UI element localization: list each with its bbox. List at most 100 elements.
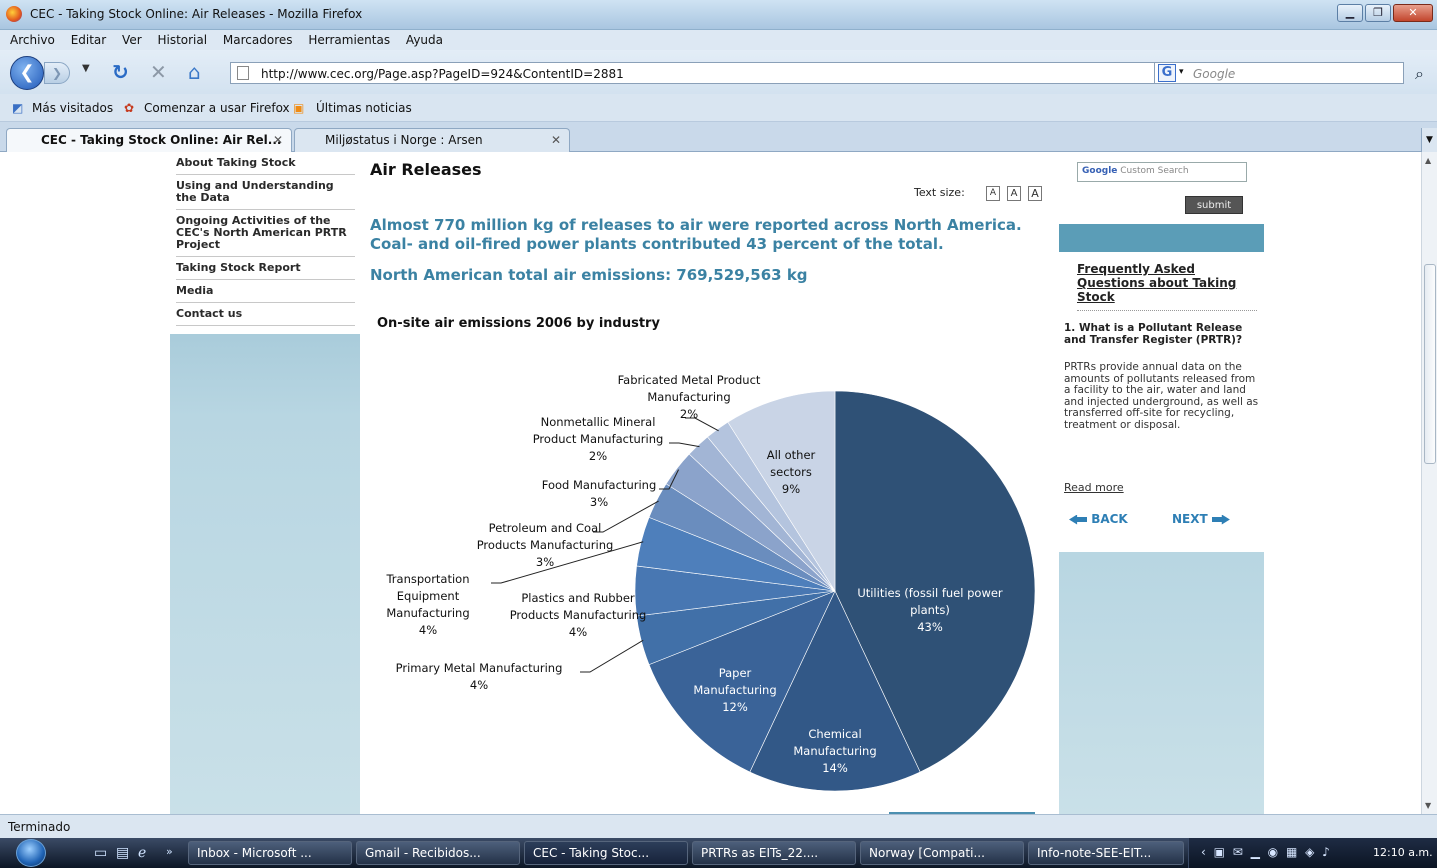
- tab-list-dropdown-icon[interactable]: ▼: [1421, 128, 1437, 152]
- search-icon[interactable]: ⌕: [1415, 64, 1424, 84]
- page-viewport: About Taking Stock Using and Understandi…: [0, 152, 1421, 814]
- pie-label-utilities: plants): [910, 603, 950, 617]
- pie-label-nonmetallic: Nonmetallic Mineral: [541, 415, 656, 429]
- sidebar-item-report[interactable]: Taking Stock Report: [176, 257, 355, 280]
- pie-label-paper: Paper: [719, 666, 752, 680]
- pie-label-nonmetallic: Product Manufacturing: [533, 432, 664, 446]
- back-arrow-icon[interactable]: ❮: [10, 56, 44, 90]
- task-norway[interactable]: Norway [Compati...: [860, 841, 1024, 865]
- status-bar: Terminado: [0, 814, 1437, 838]
- menu-ver[interactable]: Ver: [116, 30, 148, 47]
- teal-divider: [1059, 224, 1264, 252]
- search-engine-dropdown-icon[interactable]: ▾: [1179, 67, 1184, 77]
- bookmark-comenzar[interactable]: Comenzar a usar Firefox: [144, 101, 290, 115]
- close-button[interactable]: ✕: [1393, 4, 1433, 22]
- sidebar-item-contact[interactable]: Contact us: [176, 303, 355, 326]
- menu-marcadores[interactable]: Marcadores: [217, 30, 299, 47]
- bookmarks-toolbar: ◩ Más visitados ✿ Comenzar a usar Firefo…: [0, 94, 1437, 122]
- read-more-link[interactable]: Read more: [1064, 481, 1124, 494]
- minimize-button[interactable]: ▁: [1337, 4, 1363, 22]
- back-button[interactable]: BACK: [1069, 512, 1128, 526]
- menu-editar[interactable]: Editar: [65, 30, 113, 47]
- tray-icons[interactable]: ‹ ▣ ✉ ▁ ◉ ▦ ◈ ♪: [1201, 845, 1332, 859]
- pie-label-other: All other: [767, 448, 816, 462]
- pie-label-transport: Transportation: [385, 572, 469, 586]
- quicklaunch-more-icon[interactable]: »: [166, 845, 173, 858]
- back-label: BACK: [1091, 512, 1128, 526]
- total-emissions: North American total air emissions: 769,…: [370, 266, 808, 284]
- search-placeholder: Google: [1193, 67, 1236, 81]
- history-dropdown-icon[interactable]: ▼: [82, 63, 90, 74]
- maximize-button[interactable]: ❐: [1365, 4, 1391, 22]
- address-bar[interactable]: http://www.cec.org/Page.asp?PageID=924&C…: [230, 62, 1248, 84]
- task-prtrs[interactable]: PRTRs as EITs_22....: [692, 841, 856, 865]
- scrollbar-thumb[interactable]: [1424, 264, 1436, 464]
- right-arrow-icon: [1211, 514, 1230, 525]
- pie-chart: Utilities (fossil fuel power plants) 43% Ch…: [385, 373, 1036, 792]
- text-size-small-button[interactable]: A: [986, 186, 1000, 201]
- custom-search-input[interactable]: Google Custom Search: [1077, 162, 1247, 182]
- main-content: Air Releases Text size: A A A Almost 770…: [362, 152, 1058, 814]
- sidebar-item-using-data[interactable]: Using and Understanding the Data: [176, 175, 355, 210]
- show-desktop-icon[interactable]: ▭: [94, 845, 107, 861]
- sidebar-item-ongoing[interactable]: Ongoing Activities of the CEC's North Am…: [176, 210, 355, 257]
- submit-button[interactable]: submit: [1185, 196, 1243, 214]
- faq-title-link[interactable]: Frequently Asked Questions about Taking …: [1077, 262, 1257, 304]
- scroll-up-icon[interactable]: ▲: [1425, 156, 1431, 165]
- pie-label-paper: 12%: [722, 700, 748, 714]
- ie-icon[interactable]: ℯ: [138, 845, 146, 861]
- stop-icon[interactable]: ✕: [150, 61, 167, 83]
- bookmark-mas-visitados[interactable]: Más visitados: [32, 101, 113, 115]
- close-tab-icon[interactable]: ✕: [273, 133, 283, 147]
- pie-label-plastics: 4%: [569, 625, 587, 639]
- pie-label-utilities: 43%: [917, 620, 943, 634]
- vertical-scrollbar[interactable]: ▲ ▼: [1421, 152, 1437, 814]
- text-size-large-button[interactable]: A: [1028, 186, 1042, 201]
- tab-label: Miljøstatus i Norge : Arsen: [325, 133, 483, 147]
- custom-search-label: Custom Search: [1120, 166, 1189, 176]
- task-inbox[interactable]: Inbox - Microsoft ...: [188, 841, 352, 865]
- pie-label-food: Food Manufacturing: [542, 478, 657, 492]
- menu-ayuda[interactable]: Ayuda: [400, 30, 449, 47]
- task-cec[interactable]: CEC - Taking Stoc...: [524, 841, 688, 865]
- menu-herramientas[interactable]: Herramientas: [302, 30, 396, 47]
- url-text[interactable]: http://www.cec.org/Page.asp?PageID=924&C…: [261, 67, 624, 81]
- pie-label-transport: 4%: [419, 623, 437, 637]
- bookmark-ultimas-noticias[interactable]: Últimas noticias: [316, 101, 412, 115]
- next-button[interactable]: NEXT: [1172, 512, 1230, 526]
- text-size-medium-button[interactable]: A: [1007, 186, 1021, 201]
- tab-miljostatus[interactable]: Miljøstatus i Norge : Arsen ✕: [294, 128, 570, 152]
- firefox-icon: [6, 6, 22, 22]
- sidebar-item-about[interactable]: About Taking Stock: [176, 152, 355, 175]
- rss-icon: ▣: [293, 101, 305, 115]
- scroll-down-icon[interactable]: ▼: [1425, 801, 1431, 810]
- text-size-label: Text size:: [914, 186, 965, 199]
- task-gmail[interactable]: Gmail - Recibidos...: [356, 841, 520, 865]
- pie-label-chemical: Manufacturing: [793, 744, 876, 758]
- clock: 12:10 a.m.: [1373, 846, 1433, 859]
- search-input[interactable]: G ▾ Google: [1154, 62, 1404, 84]
- close-tab-icon[interactable]: ✕: [551, 133, 561, 147]
- pie-label-fabricated: Fabricated Metal Product: [618, 373, 761, 387]
- home-icon[interactable]: ⌂: [188, 61, 201, 83]
- right-sidebar: Google Custom Search submit Frequently A…: [1059, 152, 1264, 814]
- menu-archivo[interactable]: Archivo: [0, 30, 61, 47]
- pie-label-chemical: 14%: [822, 761, 848, 775]
- menu-historial[interactable]: Historial: [151, 30, 213, 47]
- pie-label-paper: Manufacturing: [693, 683, 776, 697]
- window-title: CEC - Taking Stock Online: Air Releases …: [30, 7, 363, 21]
- chart-title: On-site air emissions 2006 by industry: [377, 316, 660, 331]
- sidebar-item-media[interactable]: Media: [176, 280, 355, 303]
- explorer-icon[interactable]: ▤: [116, 845, 129, 861]
- google-search-engine-icon[interactable]: G: [1158, 64, 1176, 82]
- forward-arrow-icon[interactable]: ❯: [44, 62, 70, 84]
- start-button[interactable]: [16, 839, 46, 867]
- pie-label-other: 9%: [782, 482, 800, 496]
- reload-icon[interactable]: ↻: [112, 61, 129, 83]
- pie-label-other: sectors: [770, 465, 812, 479]
- tab-cec-air-releases[interactable]: CEC - Taking Stock Online: Air Rel... ✕: [6, 128, 292, 152]
- faq-question: 1. What is a Pollutant Release and Trans…: [1064, 322, 1243, 346]
- next-label: NEXT: [1172, 512, 1208, 526]
- task-info-note[interactable]: Info-note-SEE-EIT...: [1028, 841, 1184, 865]
- left-arrow-icon: [1069, 514, 1087, 525]
